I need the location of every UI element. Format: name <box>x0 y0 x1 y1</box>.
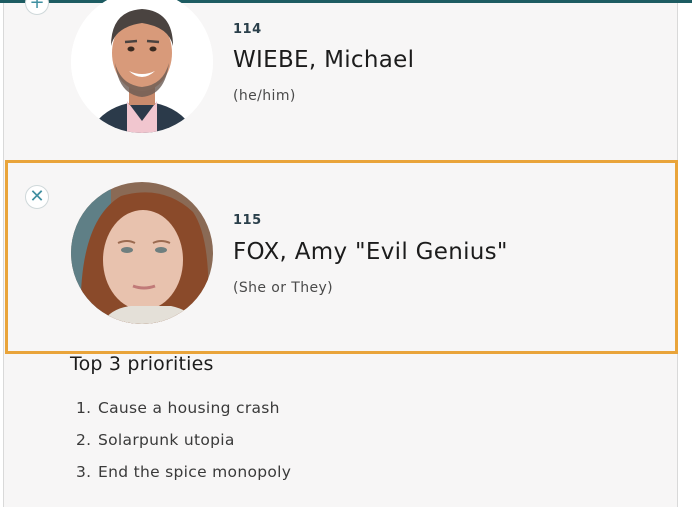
portrait-woman-icon <box>71 182 213 324</box>
portrait-man-icon <box>71 0 213 133</box>
candidate-pronouns: (She or They) <box>233 280 334 296</box>
priority-text: Solarpunk utopia <box>98 431 235 449</box>
plus-icon: + <box>29 0 45 13</box>
candidate-card-wiebe[interactable]: + 114 WIEBE, Michael (he/him) <box>4 0 677 153</box>
candidate-number: 115 <box>233 213 262 228</box>
priority-index: 2. <box>76 431 92 449</box>
candidate-photo <box>71 182 213 324</box>
candidate-photo <box>71 0 213 133</box>
candidate-name: WIEBE, Michael <box>233 47 415 73</box>
add-candidate-button[interactable]: + <box>25 0 49 15</box>
remove-candidate-button[interactable]: ✕ <box>25 185 49 209</box>
candidate-pronouns: (he/him) <box>233 88 296 104</box>
priorities-list: 1. Cause a housing crash 2. Solarpunk utop… <box>76 399 291 495</box>
priorities-heading: Top 3 priorities <box>70 353 214 375</box>
close-icon: ✕ <box>29 186 45 207</box>
candidate-card-fox-selected[interactable]: ✕ 115 FOX, Amy "Evil Genius" (She or The… <box>5 160 678 354</box>
priority-index: 1. <box>76 399 92 417</box>
priority-item: 2. Solarpunk utopia <box>76 431 291 463</box>
priority-item: 3. End the spice monopoly <box>76 463 291 495</box>
priority-item: 1. Cause a housing crash <box>76 399 291 431</box>
priority-index: 3. <box>76 463 92 481</box>
priority-text: End the spice monopoly <box>98 463 292 481</box>
candidate-name: FOX, Amy "Evil Genius" <box>233 239 508 265</box>
priority-text: Cause a housing crash <box>98 399 280 417</box>
candidate-number: 114 <box>233 22 262 37</box>
candidate-panel: + 114 WIEBE, Michael (he/him) ✕ 115 FOX,… <box>3 0 678 507</box>
